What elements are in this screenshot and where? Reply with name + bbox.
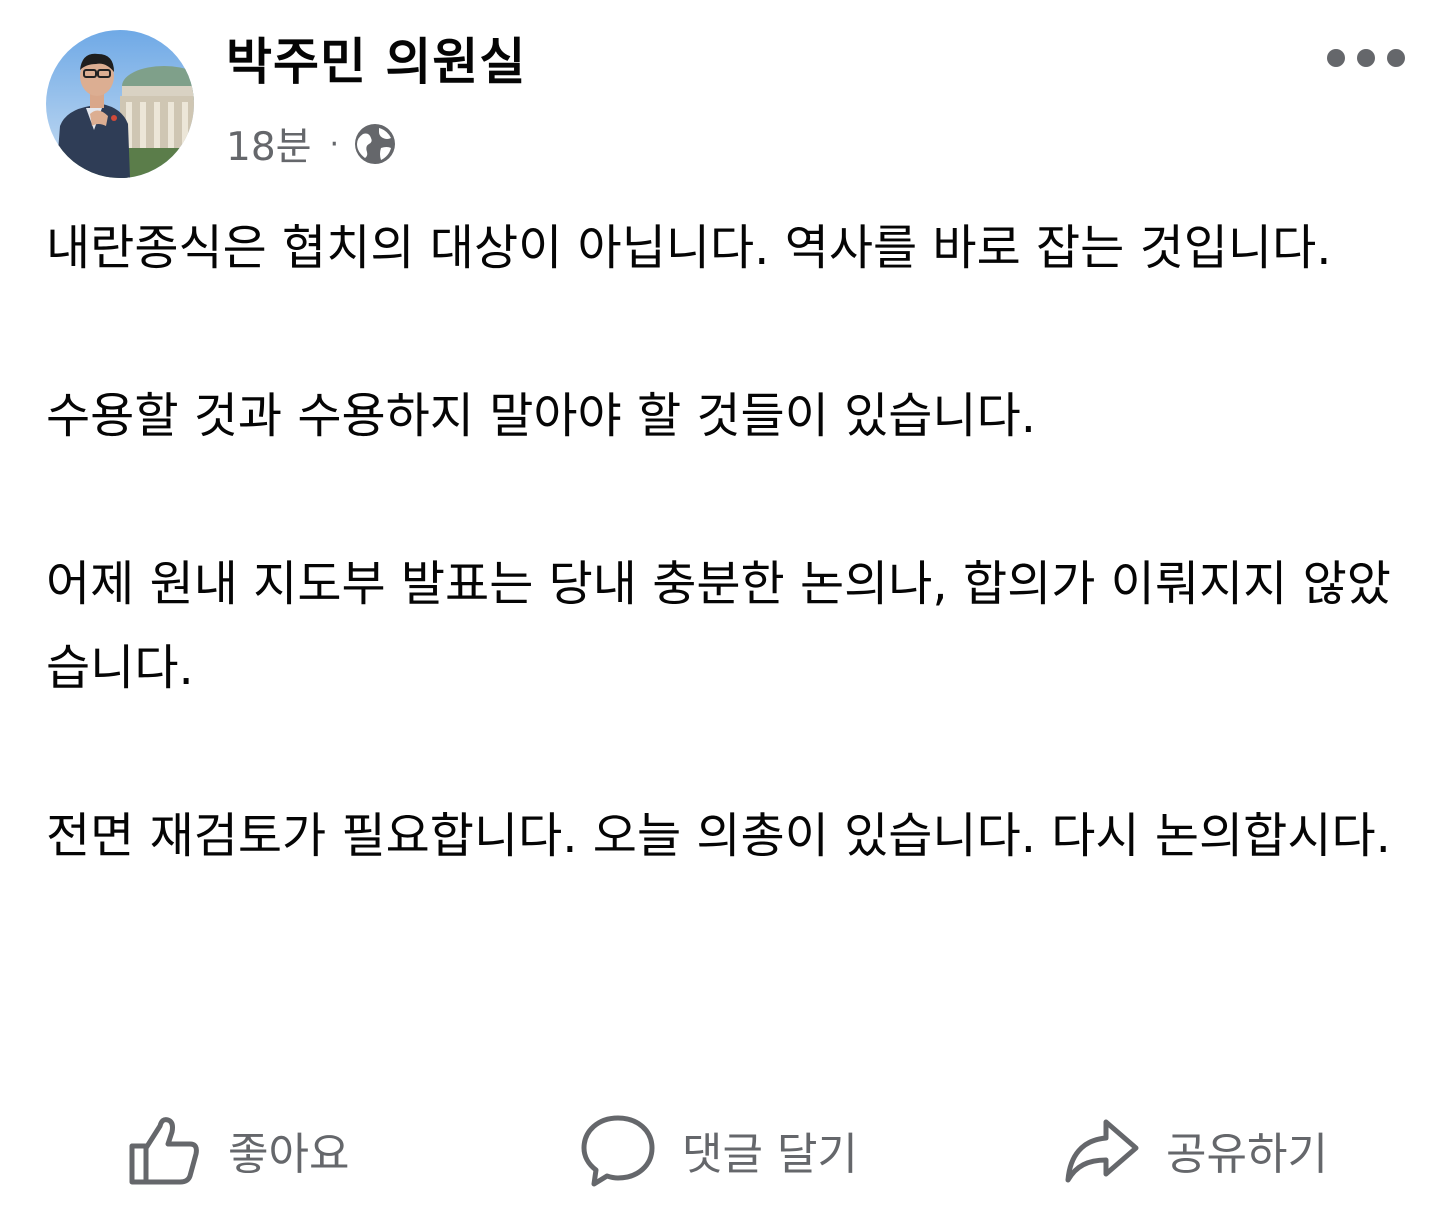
thumbs-up-icon — [129, 1117, 199, 1185]
post-timestamp[interactable]: 18분 — [226, 116, 312, 172]
like-label: 좋아요 — [228, 1129, 350, 1180]
share-button[interactable]: 공유하기 — [1064, 1100, 1328, 1200]
share-label: 공유하기 — [1166, 1129, 1328, 1180]
speech-bubble-icon — [581, 1115, 655, 1187]
post-meta: 18분 · — [226, 118, 397, 170]
post-paragraph: 전면 재검토가 필요합니다. 오늘 의총이 있습니다. 다시 논의합시다. — [46, 808, 1391, 864]
meta-separator: · — [329, 126, 340, 162]
post-paragraph: 어제 원내 지도부 발표는 당내 충분한 논의나, 합의가 이뤄지지 않았습니다… — [46, 556, 1391, 696]
post-action-bar: 좋아요 댓글 달기 공유하기 — [0, 1100, 1440, 1200]
author-name[interactable]: 박주민 의원실 — [226, 22, 526, 94]
post-paragraph: 수용할 것과 수용하지 말아야 할 것들이 있습니다. — [46, 388, 1037, 444]
comment-label: 댓글 달기 — [682, 1129, 858, 1180]
share-arrow-icon — [1065, 1119, 1139, 1183]
like-button[interactable]: 좋아요 — [126, 1100, 349, 1200]
post-text: 내란종식은 협치의 대상이 아닙니다. 역사를 바로 잡는 것입니다. 수용할 … — [46, 206, 1396, 878]
more-dots-icon[interactable] — [1322, 36, 1410, 80]
author-avatar[interactable] — [46, 30, 194, 178]
profile-photo-icon — [46, 30, 194, 178]
facebook-post: 박주민 의원실 18분 · 내란종식은 협치의 대상이 아닙니다. 역사를 바로… — [0, 0, 1440, 1209]
comment-button[interactable]: 댓글 달기 — [580, 1100, 858, 1200]
globe-icon[interactable] — [353, 122, 397, 166]
post-paragraph: 내란종식은 협치의 대상이 아닙니다. 역사를 바로 잡는 것입니다. — [46, 220, 1332, 276]
